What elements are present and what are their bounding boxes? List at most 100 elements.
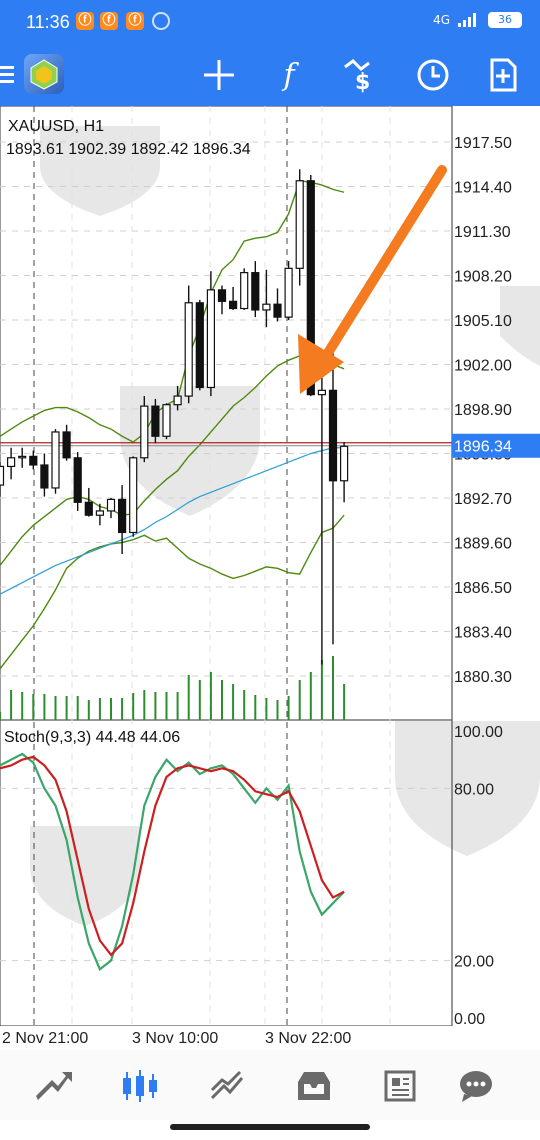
candle bbox=[151, 405, 160, 437]
status-time: 11:36 bbox=[26, 12, 70, 32]
objects-button[interactable]: $ bbox=[336, 50, 386, 100]
crosshair-icon bbox=[204, 60, 234, 90]
candle bbox=[262, 303, 271, 311]
nav-chart[interactable] bbox=[118, 1064, 162, 1108]
candle bbox=[240, 272, 249, 310]
candle bbox=[273, 303, 282, 318]
price-axis-label: 1889.60 bbox=[454, 536, 512, 553]
candle bbox=[206, 289, 215, 389]
trade-icon bbox=[210, 1070, 244, 1100]
current-price-label: 1896.34 bbox=[454, 439, 512, 456]
svg-text:$: $ bbox=[355, 70, 370, 93]
indicators-icon: f bbox=[283, 57, 295, 93]
app-notification-icon: ⓕ bbox=[126, 12, 144, 30]
price-axis-label: 1908.20 bbox=[454, 269, 512, 286]
price-axis-label: 1883.40 bbox=[454, 625, 512, 642]
clock-icon bbox=[417, 59, 449, 91]
candle bbox=[106, 498, 116, 512]
stoch-axis-label: 80.00 bbox=[454, 781, 494, 798]
candle bbox=[295, 180, 304, 269]
candle bbox=[0, 465, 5, 486]
arrow-annotation bbox=[298, 165, 447, 394]
bottom-navigation bbox=[0, 1050, 540, 1120]
time-axis: 2 Nov 21:00 3 Nov 10:00 3 Nov 22:00 bbox=[0, 1026, 452, 1050]
nav-quotes[interactable] bbox=[32, 1064, 76, 1108]
candle bbox=[317, 389, 326, 396]
symbol-timeframe: XAUUSD, H1 bbox=[8, 118, 104, 135]
chat-icon bbox=[460, 1071, 492, 1102]
candle bbox=[40, 464, 49, 489]
objects-icon: $ bbox=[344, 59, 370, 93]
price-axis: 1917.50 1914.40 1911.30 1908.20 1905.10 1902.… bbox=[452, 135, 540, 1028]
candle bbox=[340, 445, 349, 482]
price-axis-label: 1914.40 bbox=[454, 180, 512, 197]
candle bbox=[328, 389, 338, 482]
toolbar: f $ bbox=[0, 44, 540, 106]
candle bbox=[73, 457, 82, 503]
candle bbox=[140, 405, 149, 459]
price-axis-label: 1886.50 bbox=[454, 580, 512, 597]
candle bbox=[184, 302, 193, 397]
time-label: 3 Nov 10:00 bbox=[132, 1030, 219, 1047]
price-axis-label: 1902.00 bbox=[454, 358, 512, 375]
candle bbox=[162, 404, 171, 437]
candle bbox=[284, 267, 293, 318]
stoch-axis-label: 100.00 bbox=[454, 724, 503, 741]
battery-icon: 36 bbox=[488, 12, 522, 28]
new-order-icon bbox=[490, 58, 517, 92]
candle bbox=[29, 455, 38, 466]
candle bbox=[18, 455, 27, 459]
app-notification-icon: ⓕ bbox=[76, 12, 94, 30]
price-axis-label: 1917.50 bbox=[454, 135, 512, 152]
candle bbox=[6, 457, 16, 468]
candle bbox=[195, 302, 204, 389]
ohlc-readout: 1893.61 1902.39 1892.42 1896.34 bbox=[6, 141, 251, 158]
nav-history[interactable] bbox=[292, 1064, 336, 1108]
indicators-button[interactable]: f bbox=[264, 50, 314, 100]
volume-bars bbox=[0, 656, 346, 720]
nav-trade[interactable] bbox=[206, 1064, 250, 1108]
candle bbox=[84, 501, 93, 516]
price-axis-label: 1911.30 bbox=[454, 224, 511, 241]
price-axis-label: 1905.10 bbox=[454, 313, 512, 330]
candle bbox=[173, 395, 182, 406]
price-axis-label: 1892.70 bbox=[454, 491, 512, 508]
new-order-button[interactable] bbox=[478, 50, 528, 100]
nav-news[interactable] bbox=[378, 1064, 422, 1108]
candle bbox=[62, 431, 71, 459]
stoch-axis-label: 20.00 bbox=[454, 954, 494, 971]
watermark-shields bbox=[30, 126, 540, 926]
price-axis-label: 1880.30 bbox=[454, 669, 512, 686]
candle bbox=[129, 457, 138, 534]
network-type: 4G bbox=[433, 13, 450, 27]
status-indicators: 4G 36 bbox=[433, 12, 522, 28]
candle bbox=[117, 498, 127, 534]
time-label: 2 Nov 21:00 bbox=[2, 1030, 89, 1047]
crosshair-button[interactable] bbox=[194, 50, 244, 100]
app-notification-icon: ⓕ bbox=[100, 12, 118, 30]
nav-chat[interactable] bbox=[454, 1064, 498, 1108]
candle bbox=[217, 289, 227, 302]
signal-icon bbox=[458, 13, 476, 27]
candle bbox=[251, 272, 260, 311]
price-axis-label: 1898.90 bbox=[454, 402, 512, 419]
app-notification-icon bbox=[152, 12, 170, 30]
candle bbox=[95, 510, 105, 516]
timeframe-button[interactable] bbox=[408, 50, 458, 100]
quotes-icon bbox=[36, 1072, 72, 1100]
bollinger-lower-line bbox=[0, 514, 345, 670]
stoch-label: Stoch(9,3,3) 44.48 44.06 bbox=[4, 729, 180, 746]
menu-icon[interactable] bbox=[0, 64, 14, 84]
chart-icon bbox=[123, 1070, 157, 1102]
status-bar: 11:36 ⓕ ⓕ ⓕ 4G 36 bbox=[0, 0, 540, 44]
time-label: 3 Nov 22:00 bbox=[265, 1030, 352, 1047]
price-chart[interactable]: 1917.50 1914.40 1911.30 1908.20 1905.10 1902.… bbox=[0, 105, 540, 1028]
metatrader-logo[interactable] bbox=[24, 54, 64, 94]
chart-area[interactable]: 1917.50 1914.40 1911.30 1908.20 1905.10 1902.… bbox=[0, 105, 540, 1028]
candle bbox=[51, 431, 60, 489]
news-icon bbox=[384, 1070, 416, 1102]
stoch-axis-label: 0.00 bbox=[454, 1011, 485, 1026]
gesture-bar[interactable] bbox=[170, 1124, 370, 1130]
battery-level: 36 bbox=[498, 13, 512, 26]
candle bbox=[229, 300, 238, 310]
